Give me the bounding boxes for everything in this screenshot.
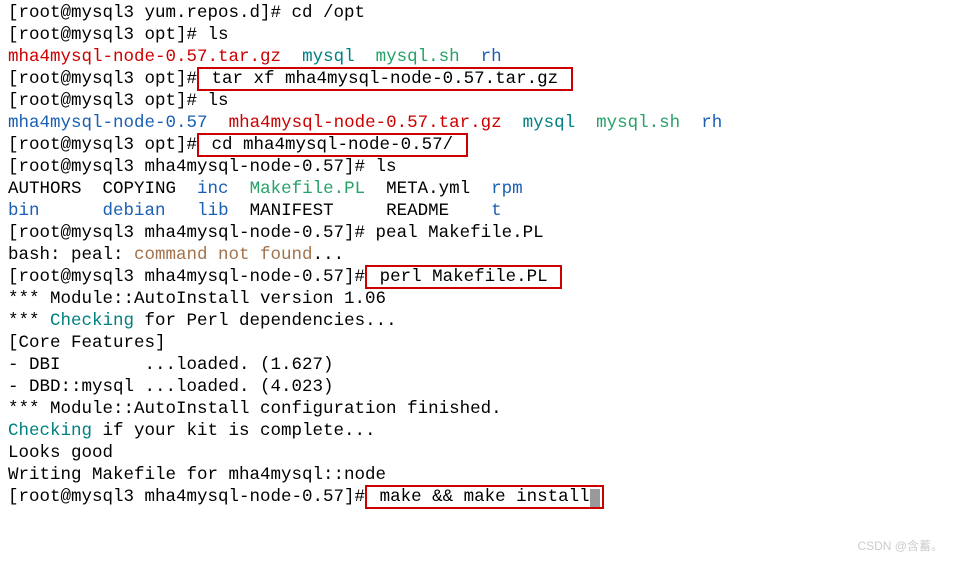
dir-inc: inc [197, 179, 229, 199]
terminal-line: [root@mysql3 opt]# ls [8, 90, 945, 112]
terminal-line: [root@mysql3 opt]# cd mha4mysql-node-0.5… [8, 134, 945, 156]
dir-debian: debian [103, 201, 166, 221]
dir-mha: mha4mysql-node-0.57 [8, 113, 208, 133]
terminal-line: bin debian lib MANIFEST README t [8, 200, 945, 222]
error-text: command not found [134, 245, 313, 265]
terminal-line: bash: peal: command not found... [8, 244, 945, 266]
file-sh: mysql.sh [376, 47, 460, 67]
terminal-line: - DBI ...loaded. (1.627) [8, 354, 945, 376]
terminal-line: [root@mysql3 mha4mysql-node-0.57]# perl … [8, 266, 945, 288]
watermark: CSDN @含蓄。 [857, 535, 943, 557]
highlighted-command: cd mha4mysql-node-0.57/ [197, 133, 468, 157]
highlighted-command: tar xf mha4mysql-node-0.57.tar.gz [197, 67, 573, 91]
highlighted-command: make && make install [365, 485, 604, 509]
file-tar: mha4mysql-node-0.57.tar.gz [229, 113, 502, 133]
checking-text: Checking [50, 311, 134, 331]
terminal-line: *** Module::AutoInstall version 1.06 [8, 288, 945, 310]
terminal-line: [root@mysql3 mha4mysql-node-0.57]# make … [8, 486, 945, 508]
terminal-line: [root@mysql3 mha4mysql-node-0.57]# peal … [8, 222, 945, 244]
terminal-line: Looks good [8, 442, 945, 464]
dir-rh: rh [481, 47, 502, 67]
file-sh: mysql.sh [596, 113, 680, 133]
terminal-line: [Core Features] [8, 332, 945, 354]
terminal-line: [root@mysql3 opt]# tar xf mha4mysql-node… [8, 68, 945, 90]
dir-bin: bin [8, 201, 40, 221]
terminal-line: *** Module::AutoInstall configuration fi… [8, 398, 945, 420]
dir-lib: lib [197, 201, 229, 221]
terminal-line: mha4mysql-node-0.57 mha4mysql-node-0.57.… [8, 112, 945, 134]
highlighted-command: perl Makefile.PL [365, 265, 562, 289]
terminal-line: mha4mysql-node-0.57.tar.gz mysql mysql.s… [8, 46, 945, 68]
file-makefile: Makefile.PL [250, 179, 366, 199]
dir-mysql: mysql [302, 47, 355, 67]
terminal-line: - DBD::mysql ...loaded. (4.023) [8, 376, 945, 398]
terminal-line: [root@mysql3 yum.repos.d]# cd /opt [8, 2, 945, 24]
terminal-line: AUTHORS COPYING inc Makefile.PL META.yml… [8, 178, 945, 200]
terminal-line: Writing Makefile for mha4mysql::node [8, 464, 945, 486]
terminal-line: *** Checking for Perl dependencies... [8, 310, 945, 332]
dir-rpm: rpm [491, 179, 523, 199]
dir-rh: rh [701, 113, 722, 133]
dir-mysql: mysql [523, 113, 576, 133]
file-tar: mha4mysql-node-0.57.tar.gz [8, 47, 281, 67]
dir-t: t [491, 201, 502, 221]
terminal-line: Checking if your kit is complete... [8, 420, 945, 442]
checking-text: Checking [8, 421, 92, 441]
terminal-line: [root@mysql3 mha4mysql-node-0.57]# ls [8, 156, 945, 178]
terminal-output[interactable]: [root@mysql3 yum.repos.d]# cd /opt[root@… [0, 0, 953, 510]
cursor [590, 489, 600, 507]
terminal-line: [root@mysql3 opt]# ls [8, 24, 945, 46]
